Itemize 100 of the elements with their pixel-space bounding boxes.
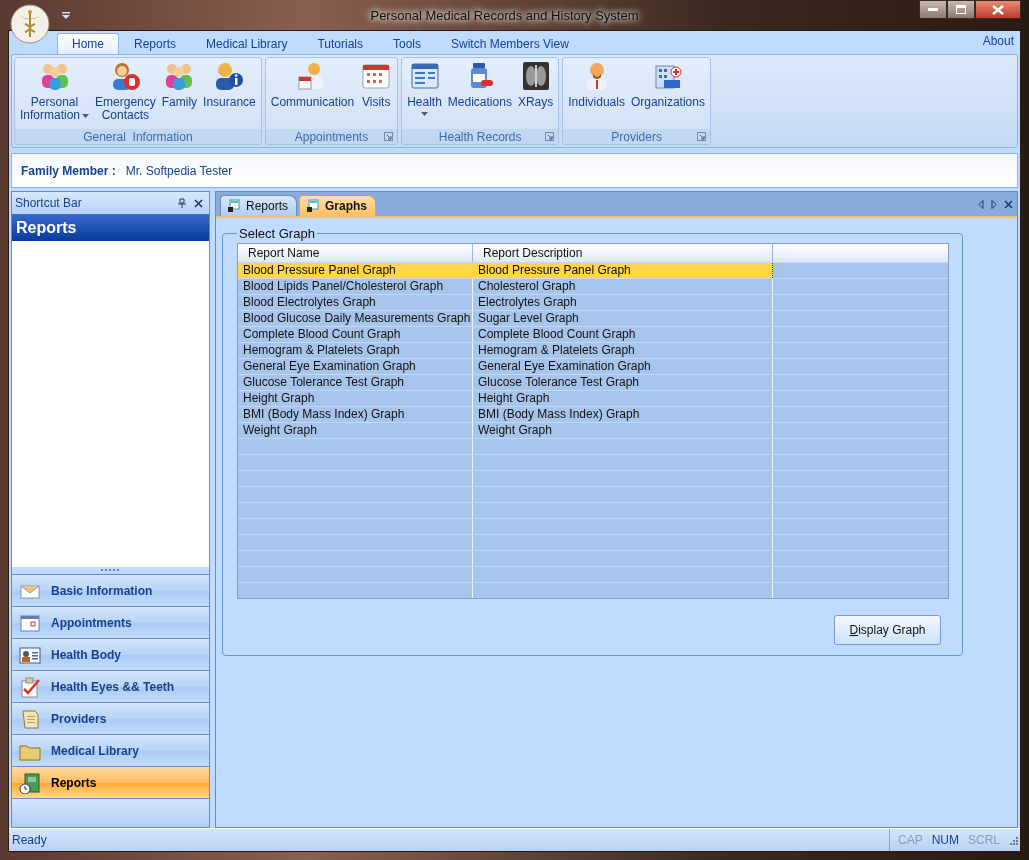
close-icon[interactable] [1004, 199, 1013, 209]
shortcut-item[interactable]: Reports [12, 766, 209, 798]
table-row[interactable]: General Eye Examination Graph General Eye Examination Graph [238, 358, 948, 374]
report-icon [306, 199, 321, 213]
maximize-icon [956, 5, 966, 14]
family-member-name: Mr. Softpedia Tester [125, 163, 233, 178]
ribbon-tab[interactable]: Home [57, 33, 119, 54]
table-icon [408, 60, 441, 92]
person-info-icon [213, 60, 246, 92]
ribbon-tab[interactable]: Switch Members View [436, 33, 584, 54]
pane-header: Reports [12, 214, 209, 241]
ribbon-button[interactable]: Individuals [565, 58, 628, 129]
caduceus-logo[interactable] [10, 4, 50, 44]
table-cell: Blood Lipids Panel/Cholesterol Graph [238, 279, 473, 294]
table-cell: Complete Blood Count Graph [473, 327, 773, 342]
dialog-launcher-icon[interactable] [384, 132, 394, 141]
ribbon-button[interactable]: Communication [267, 58, 358, 129]
dialog-launcher-icon[interactable] [696, 132, 706, 141]
table-row[interactable]: Blood Pressure Panel Graph Blood Pressure Panel Graph [238, 262, 948, 278]
group-title: Providers [611, 129, 662, 144]
status-indicator: SCRL [968, 833, 1000, 847]
table-cell: Cholesterol Graph [473, 279, 773, 294]
table-row[interactable]: Glucose Tolerance Test Graph Glucose Tolerance Test Graph [238, 374, 948, 390]
table-row[interactable]: Weight Graph Weight Graph [238, 422, 948, 438]
ribbon-button[interactable]: Health [404, 58, 445, 129]
ribbon-tab[interactable]: Reports [119, 33, 192, 54]
table-cell: Height Graph [473, 391, 773, 406]
document-tab[interactable]: Graphs [299, 195, 377, 216]
ribbon-button[interactable]: Medications [444, 58, 515, 129]
close-icon[interactable] [194, 198, 203, 208]
table-cell: Weight Graph [238, 423, 473, 438]
ribbon-button[interactable]: Family [158, 58, 201, 129]
window-title: Personal Medical Records and History System [369, 7, 640, 23]
column-header[interactable]: Report Description [473, 244, 773, 262]
maximize-button[interactable] [947, 0, 975, 19]
table-cell: Glucose Tolerance Test Graph [238, 375, 473, 390]
ribbon-tab[interactable]: Tutorials [302, 33, 378, 54]
table-cell: Height Graph [238, 391, 473, 406]
checklist-icon [19, 675, 41, 698]
column-header[interactable]: Report Name [238, 244, 473, 262]
scroll-right-icon[interactable] [991, 199, 997, 209]
document-icon [19, 707, 41, 730]
ribbon-button[interactable]: Insurance [200, 58, 259, 129]
resize-grip-icon[interactable] [1009, 835, 1018, 845]
minimize-button[interactable] [919, 0, 947, 19]
table-cell: Blood Pressure Panel Graph [473, 263, 773, 278]
close-button[interactable] [975, 0, 1021, 19]
shortcut-item[interactable]: Providers [12, 702, 209, 734]
table-row[interactable]: Hemogram & Platelets Graph Hemogram & Platelets Graph [238, 342, 948, 358]
group-title: Health Records [438, 129, 522, 144]
close-icon [992, 4, 1004, 15]
table-cell: Electrolytes Graph [473, 295, 773, 310]
status-indicator: NUM [931, 833, 959, 847]
table-cell: Weight Graph [473, 423, 773, 438]
ribbon-button[interactable]: Personal Information [17, 58, 93, 129]
table-row[interactable]: Blood Electrolytes Graph Electrolytes Graph [238, 294, 948, 310]
status-indicator: CAP [897, 833, 923, 847]
document-tab[interactable]: Reports [220, 195, 298, 216]
ribbon-button[interactable]: Emergency Contacts [92, 58, 159, 129]
shortcut-bar-title: Shortcut Bar [15, 196, 83, 210]
table-cell: Blood Glucose Daily Measurements Graph [238, 311, 473, 326]
shortcut-item[interactable]: Health Eyes && Teeth [12, 670, 209, 702]
table-cell: Sugar Level Graph [473, 311, 773, 326]
table-cell: General Eye Examination Graph [473, 359, 773, 374]
shortcut-item[interactable]: Appointments [12, 606, 209, 638]
table-cell: General Eye Examination Graph [238, 359, 473, 374]
ribbon-button[interactable]: XRays [514, 58, 557, 129]
scroll-left-icon[interactable] [978, 199, 984, 209]
ribbon-tab[interactable]: Tools [378, 33, 436, 54]
display-graph-button[interactable]: Display Graph [834, 615, 941, 645]
shortcut-item[interactable]: Health Body [12, 638, 209, 670]
minimize-icon [928, 7, 938, 12]
table-row[interactable]: Blood Glucose Daily Measurements Graph Sugar Level Graph [238, 310, 948, 326]
table-cell: Hemogram & Platelets Graph [238, 343, 473, 358]
ribbon-tab[interactable]: Medical Library [191, 33, 303, 54]
table-cell: BMI (Body Mass Index) Graph [238, 407, 473, 422]
dialog-launcher-icon[interactable] [545, 132, 555, 141]
table-cell: Glucose Tolerance Test Graph [473, 375, 773, 390]
about-link[interactable]: About [976, 34, 1020, 54]
pin-icon[interactable] [178, 198, 186, 208]
table-cell: Complete Blood Count Graph [238, 327, 473, 342]
group-title: Appointments [294, 129, 369, 144]
family-member-label: Family Member : [21, 163, 116, 178]
status-text: Ready [11, 832, 48, 849]
report-icon [227, 199, 241, 213]
book-clock-icon [19, 771, 41, 794]
table-cell: Blood Electrolytes Graph [238, 295, 473, 310]
ribbon-button[interactable]: Organizations [627, 58, 708, 129]
table-row[interactable]: BMI (Body Mass Index) Graph BMI (Body Mass Index) Graph [238, 406, 948, 422]
group-title: Select Graph [238, 226, 316, 241]
table-row[interactable]: Complete Blood Count Graph Complete Blood Count Graph [238, 326, 948, 342]
splitter-grip-icon[interactable] [100, 569, 121, 572]
ribbon-button[interactable]: Visits [357, 58, 396, 129]
table-row[interactable]: Blood Lipids Panel/Cholesterol Graph Cholesterol Graph [238, 278, 948, 294]
group-title: General Information [83, 129, 193, 144]
shortcut-item[interactable]: Medical Library [12, 734, 209, 766]
table-cell: Blood Pressure Panel Graph [238, 263, 473, 278]
shortcut-item[interactable]: Basic Information [12, 574, 209, 606]
table-row[interactable]: Height Graph Height Graph [238, 390, 948, 406]
quick-access-caret-icon[interactable] [62, 11, 70, 19]
